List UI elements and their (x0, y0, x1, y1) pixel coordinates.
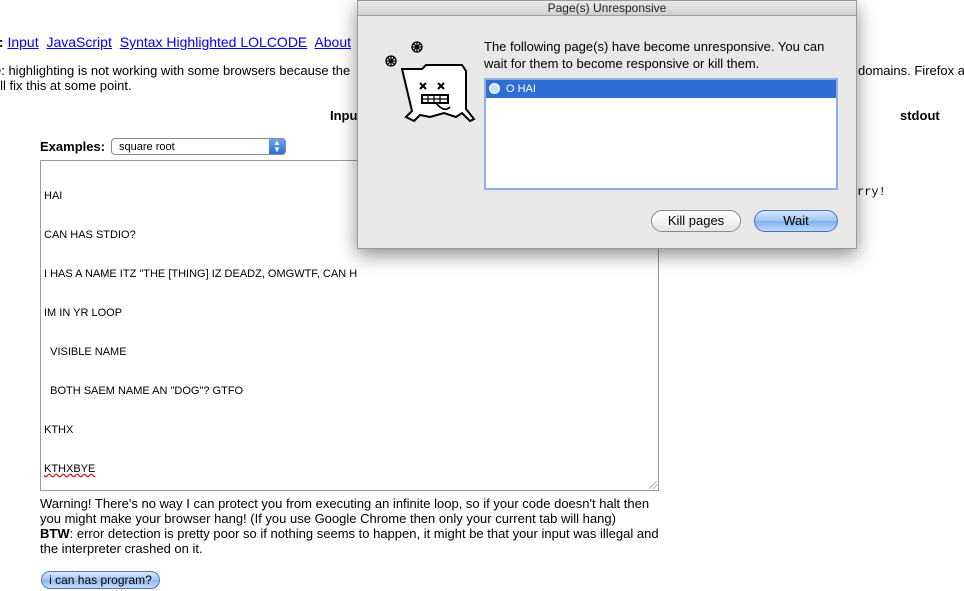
unresponsive-dialog: Page(s) Unresponsive The following page(… (357, 0, 857, 249)
btw-text: : error detection is pretty poor so if n… (40, 526, 659, 556)
btw-label: BTW (40, 526, 70, 541)
code-line: I HAS A NAME ITZ "THE [THING] IZ DEADZ, … (44, 268, 358, 280)
examples-label: Examples: (40, 139, 106, 154)
code-line: BOTH SAEM NAME AN "DOG"? GTFO (44, 385, 244, 397)
wait-button[interactable]: Wait (754, 210, 838, 232)
list-item[interactable]: O HAI (486, 80, 836, 98)
globe-icon (489, 83, 500, 94)
examples-selected-value: square root (119, 141, 175, 153)
code-line: VISIBLE NAME (44, 346, 127, 358)
stdout-heading: stdout (900, 108, 940, 123)
notice-line-1: e: highlighting is not working with some… (0, 63, 351, 78)
nav-link-about[interactable]: About (314, 34, 351, 50)
code-line: CAN HAS STDIO? (44, 229, 136, 241)
kill-pages-button[interactable]: Kill pages (651, 210, 741, 232)
code-lines: HAI CAN HAS STDIO? I HAS A NAME ITZ "THE… (44, 164, 357, 502)
code-line: KTHXBYE (44, 463, 96, 475)
nav-link-input[interactable]: Input (7, 34, 38, 50)
unresponsive-pages-list[interactable]: O HAI (484, 78, 838, 190)
warning-text: Warning! There's no way I can protect yo… (40, 496, 660, 556)
nav-prefix: w: (0, 34, 4, 50)
dialog-message: The following page(s) have become unresp… (484, 39, 825, 71)
resize-handle-icon[interactable] (649, 481, 657, 489)
warning-message: Warning! There's no way I can protect yo… (40, 496, 650, 526)
sad-tab-icon (385, 41, 476, 123)
notice-line-2: I'll fix this at some point. (0, 78, 132, 93)
notice-line-1-right: domains. Firefox a (858, 63, 964, 78)
code-line: IM IN YR LOOP (44, 307, 123, 319)
run-program-button[interactable]: i can has program? (41, 571, 160, 589)
stdout-output: rry! (857, 185, 886, 199)
code-line: HAI (44, 190, 63, 202)
input-heading: Inpu (330, 108, 358, 123)
list-item-label: O HAI (506, 83, 536, 95)
dialog-title: Page(s) Unresponsive (358, 1, 856, 16)
nav-link-syntax-highlighted[interactable]: Syntax Highlighted LOLCODE (120, 34, 308, 50)
nav-link-javascript[interactable]: JavaScript (46, 34, 111, 50)
code-line: KTHX (44, 424, 74, 436)
top-nav: w: Input JavaScript Syntax Highlighted L… (0, 34, 355, 50)
select-arrows-icon: ▲ ▼ (269, 139, 285, 154)
examples-select[interactable]: square root ▲ ▼ (111, 138, 286, 155)
